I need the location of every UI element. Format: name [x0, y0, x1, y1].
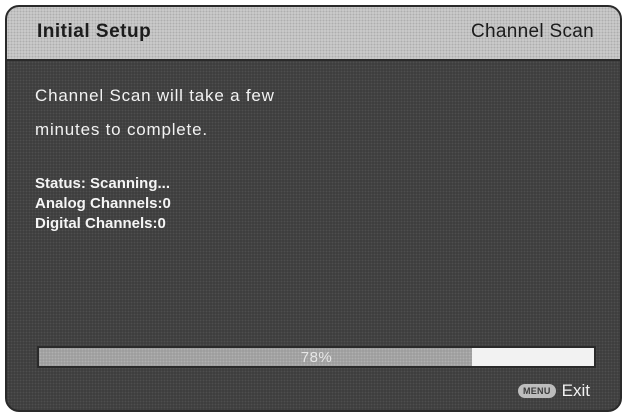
- channel-scan-screen: Initial Setup Channel Scan Channel Scan …: [5, 5, 622, 412]
- exit-button[interactable]: MENU Exit: [517, 381, 590, 401]
- page-title: Initial Setup: [37, 21, 152, 42]
- header-bar: Initial Setup Channel Scan: [7, 7, 620, 61]
- digital-channels-count: Digital Channels:0: [35, 215, 166, 232]
- progress-percent: 78%: [300, 349, 333, 366]
- scan-message-line2: minutes to complete.: [35, 120, 208, 139]
- exit-label: Exit: [561, 381, 590, 400]
- menu-key-icon: MENU: [517, 384, 556, 398]
- analog-channels-count: Analog Channels:0: [35, 195, 171, 212]
- scan-progress-bar: 78%: [37, 346, 596, 368]
- status-text: Status: Scanning...: [35, 175, 171, 192]
- scan-status-block: Status: Scanning... Analog Channels:0 Di…: [35, 174, 171, 234]
- section-title: Channel Scan: [471, 21, 594, 42]
- scan-message-line1: Channel Scan will take a few: [35, 86, 275, 105]
